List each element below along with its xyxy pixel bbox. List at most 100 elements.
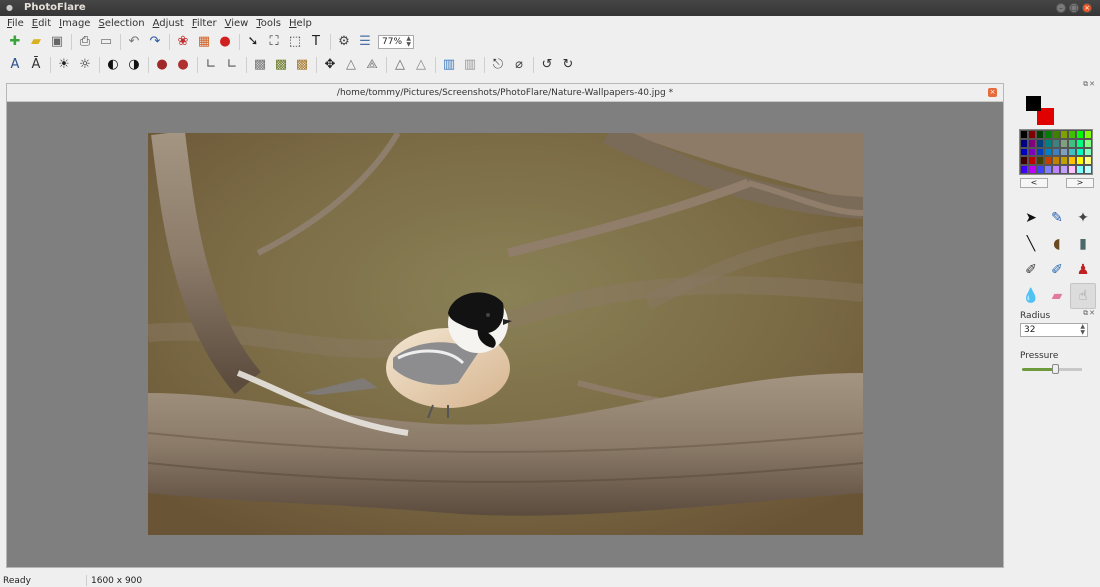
palette-swatch[interactable]	[1028, 130, 1036, 139]
menu-edit[interactable]: Edit	[28, 16, 55, 31]
zoom-spinner-icon[interactable]: ▲ ▼	[406, 36, 411, 48]
scanner-icon[interactable]: ▭	[97, 33, 115, 51]
contrast-down-icon[interactable]: ◑	[125, 56, 143, 74]
palette-swatch[interactable]	[1084, 165, 1092, 174]
palette-next-button[interactable]: >	[1066, 178, 1094, 188]
menu-adjust[interactable]: Adjust	[149, 16, 188, 31]
gradient-gray-icon[interactable]: ▥	[461, 56, 479, 74]
palette-swatch[interactable]	[1060, 130, 1068, 139]
redo-icon[interactable]: ↷	[146, 33, 164, 51]
clone-brush-icon[interactable]: ✐	[1044, 257, 1070, 283]
menu-help[interactable]: Help	[285, 16, 316, 31]
minimize-icon[interactable]: –	[1056, 3, 1066, 13]
eraser-icon[interactable]: ▰	[1044, 283, 1070, 309]
palette-swatch[interactable]	[1084, 156, 1092, 166]
palette-swatch[interactable]	[1076, 156, 1084, 166]
triangle-outline-icon[interactable]: △	[391, 56, 409, 74]
font-style-icon[interactable]: A	[6, 56, 24, 74]
paintbrush-icon[interactable]: ✐	[1018, 257, 1044, 283]
sepia-icon[interactable]: ▩	[293, 56, 311, 74]
palette-swatch[interactable]	[1060, 138, 1068, 148]
crop-icon[interactable]: ⛶	[265, 33, 283, 51]
pointer-tool-icon[interactable]: ➘	[244, 33, 262, 51]
palette-swatch[interactable]	[1052, 165, 1060, 174]
pressure-slider-handle[interactable]	[1052, 364, 1059, 374]
palette-swatch[interactable]	[1036, 147, 1044, 157]
palette-swatch[interactable]	[1044, 165, 1052, 174]
new-file-icon[interactable]: ✚	[6, 33, 24, 51]
greenscale-icon[interactable]: ▩	[272, 56, 290, 74]
palette-swatch[interactable]	[1068, 165, 1076, 174]
palette-swatch[interactable]	[1076, 138, 1084, 148]
layers-list-icon[interactable]: ☰	[356, 33, 374, 51]
palette-swatch[interactable]	[1020, 165, 1028, 174]
palette-swatch[interactable]	[1044, 130, 1052, 139]
palette-swatch[interactable]	[1028, 165, 1036, 174]
palette-swatch[interactable]	[1044, 147, 1052, 157]
paint-bucket-icon[interactable]: ◖	[1044, 231, 1070, 257]
menu-file[interactable]: File	[3, 16, 28, 31]
palette-swatch[interactable]	[1068, 130, 1076, 139]
palette-swatch[interactable]	[1060, 156, 1068, 166]
panel-float-close-icons[interactable]: ⧉✕	[1083, 80, 1096, 89]
zoom-select[interactable]: 77% ▲ ▼	[378, 35, 414, 49]
font-effect-icon[interactable]: Ā	[27, 56, 45, 74]
brightness-up-icon[interactable]: ☀	[55, 56, 73, 74]
menu-view[interactable]: View	[221, 16, 253, 31]
rotate-right-icon[interactable]: ↻	[559, 56, 577, 74]
options-float-close-icons[interactable]: ⧉✕	[1083, 309, 1096, 318]
palette-swatch[interactable]	[1036, 130, 1044, 139]
palette-swatch[interactable]	[1076, 130, 1084, 139]
rotate-left-icon[interactable]: ↺	[538, 56, 556, 74]
maximize-icon[interactable]: □	[1069, 3, 1079, 13]
close-window-icon[interactable]: ×	[1082, 3, 1092, 13]
magic-eraser-icon[interactable]: ⌀	[510, 56, 528, 74]
open-folder-icon[interactable]: ▰	[27, 33, 45, 51]
palette-swatch[interactable]	[1036, 165, 1044, 174]
foreground-color-swatch[interactable]	[1026, 96, 1041, 111]
spray-can-icon[interactable]: ▮	[1070, 231, 1096, 257]
undo-icon[interactable]: ↶	[125, 33, 143, 51]
pressure-slider[interactable]	[1022, 364, 1082, 374]
palette-swatch[interactable]	[1068, 147, 1076, 157]
save-icon[interactable]: ▣	[48, 33, 66, 51]
close-document-icon[interactable]: ×	[988, 88, 997, 97]
text-tool-icon[interactable]: T	[307, 33, 325, 51]
palette-swatch[interactable]	[1028, 138, 1036, 148]
gamma-down-icon[interactable]: ∟	[223, 56, 241, 74]
arrow-pointer-icon[interactable]: ➤	[1018, 205, 1044, 231]
smudge-icon[interactable]: ☝	[1070, 283, 1096, 309]
palette-swatch[interactable]	[1076, 165, 1084, 174]
soften-icon[interactable]: ⟁	[363, 56, 381, 74]
menu-tools[interactable]: Tools	[252, 16, 285, 31]
palette-swatch[interactable]	[1044, 138, 1052, 148]
triangle-shaded-icon[interactable]: △	[412, 56, 430, 74]
palette-swatch[interactable]	[1084, 138, 1092, 148]
palette-swatch[interactable]	[1052, 147, 1060, 157]
palette-swatch[interactable]	[1060, 147, 1068, 157]
palette-swatch[interactable]	[1028, 147, 1036, 157]
palette-swatch[interactable]	[1068, 156, 1076, 166]
app-menu-icon[interactable]: ●	[6, 4, 13, 12]
stamp-icon[interactable]: ♟	[1070, 257, 1096, 283]
palette-prev-button[interactable]: <	[1020, 178, 1048, 188]
palette-swatch[interactable]	[1020, 138, 1028, 148]
palette-swatch[interactable]	[1084, 130, 1092, 139]
canvas-image[interactable]	[148, 133, 863, 535]
palette-swatch[interactable]	[1020, 147, 1028, 157]
palette-swatch[interactable]	[1036, 156, 1044, 166]
color-grid-icon[interactable]: ▦	[195, 33, 213, 51]
eyedropper-icon[interactable]: ✎	[1044, 205, 1070, 231]
menu-image[interactable]: Image	[55, 16, 94, 31]
palette-swatch[interactable]	[1020, 130, 1028, 139]
blur-drop-icon[interactable]: 💧	[1018, 283, 1044, 309]
saturation-down-icon[interactable]: ●	[174, 56, 192, 74]
radius-input[interactable]: 32 ▲ ▼	[1020, 323, 1088, 337]
stamp-clone-icon[interactable]: ⎋	[489, 56, 507, 74]
color-circles-icon[interactable]: ❀	[174, 33, 192, 51]
contrast-up-icon[interactable]: ◐	[104, 56, 122, 74]
magic-wand-icon[interactable]: ✦	[1070, 205, 1096, 231]
gamma-up-icon[interactable]: ∟	[202, 56, 220, 74]
palette-swatch[interactable]	[1036, 138, 1044, 148]
palette-swatch[interactable]	[1044, 156, 1052, 166]
